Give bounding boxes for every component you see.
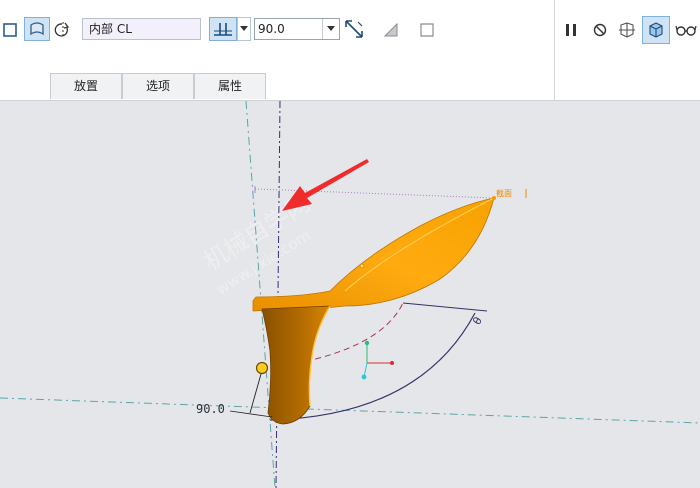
chevron-down-icon <box>327 26 335 31</box>
angle-leader-line[interactable] <box>402 302 488 312</box>
flip-direction-button[interactable] <box>52 18 74 42</box>
feature-tabs: 放置 选项 属性 <box>50 73 266 100</box>
revolve-axis-line[interactable] <box>275 101 281 488</box>
feature-preview-icon <box>649 22 663 38</box>
chevron-down-icon <box>240 26 248 31</box>
angle-type-button[interactable] <box>209 17 237 41</box>
no-preview-button[interactable] <box>589 18 611 42</box>
surface-type-surface-button[interactable] <box>24 17 50 41</box>
square-outline-icon <box>420 23 434 37</box>
tab-placement[interactable]: 放置 <box>50 73 122 99</box>
revolved-surface-stem[interactable] <box>261 305 331 425</box>
flip-angle-button[interactable] <box>342 17 366 41</box>
flip-rotate-icon <box>54 22 70 38</box>
dimension-leader <box>229 410 273 418</box>
attach-preview-icon <box>619 22 635 38</box>
attach-preview-button[interactable] <box>615 18 639 42</box>
thicken-button[interactable] <box>380 18 402 42</box>
angle-input[interactable] <box>258 20 324 38</box>
tab-properties[interactable]: 属性 <box>194 73 266 99</box>
verify-button[interactable] <box>674 18 698 42</box>
model-canvas[interactable]: 机械自学网 www.jixie.com θ 90.0 截面 <box>0 101 700 488</box>
surface-icon <box>30 22 44 36</box>
pause-button[interactable] <box>560 18 582 42</box>
pause-icon <box>566 24 576 36</box>
thicken-icon <box>383 22 398 37</box>
tab-options[interactable]: 选项 <box>122 73 194 99</box>
leaf-vertex-point[interactable] <box>359 263 365 269</box>
solid-square-icon <box>3 23 17 37</box>
annotation-arrow <box>282 159 369 211</box>
angle-dropdown-button[interactable] <box>322 19 339 39</box>
coordinate-triad <box>361 340 394 380</box>
graphics-viewport[interactable]: 机械自学网 www.jixie.com θ 90.0 截面 <box>0 101 700 488</box>
angle-input-combo[interactable] <box>254 18 340 40</box>
flip-arrows-icon <box>345 20 363 38</box>
reference-axis-field[interactable]: 内部 CL <box>82 18 201 40</box>
angle-type-dropdown[interactable] <box>237 17 251 41</box>
datum-axis-vertical[interactable] <box>245 101 276 488</box>
drag-handle[interactable] <box>255 361 269 375</box>
watermark: 机械自学网 www.jixie.com <box>198 189 315 299</box>
datum-plane-label[interactable]: 截面 <box>496 188 512 198</box>
datum-axis-horizontal[interactable] <box>0 397 700 424</box>
angle-marker-label[interactable]: θ <box>470 315 485 328</box>
angle-dimension-label[interactable]: 90.0 <box>196 402 225 416</box>
glasses-icon <box>675 25 697 36</box>
no-preview-icon <box>593 23 607 37</box>
toolbar-separator <box>554 0 555 100</box>
remove-material-button[interactable] <box>416 18 438 42</box>
feature-preview-button[interactable] <box>642 16 670 44</box>
surface-type-solid-button[interactable] <box>0 18 20 42</box>
ribbon-toolbar: 内部 CL 90.0 放置 选项 属性 <box>0 0 700 101</box>
sketch-angle-icon <box>214 23 232 36</box>
